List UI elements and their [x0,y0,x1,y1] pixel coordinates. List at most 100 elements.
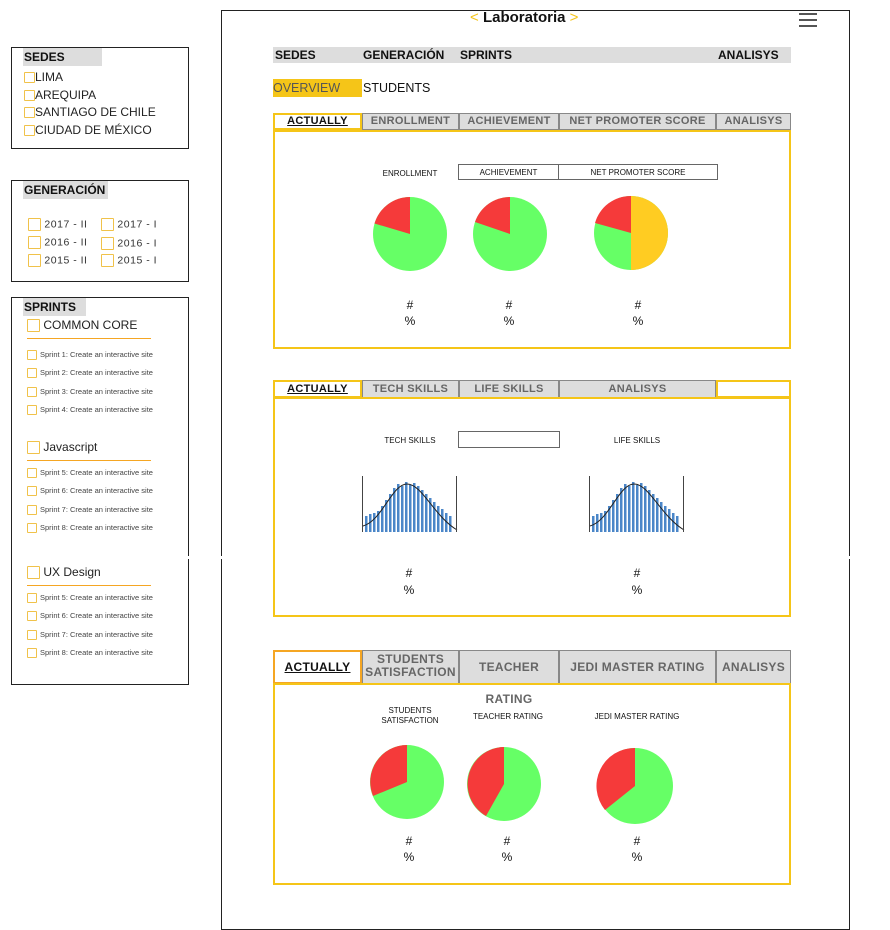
checkbox-icon[interactable] [24,107,35,119]
tab-students-satisfaction[interactable]: STUDENTS SATISFACTION [362,650,459,684]
label-jedi-master-rating: JEDI MASTER RATING [594,712,680,721]
checkbox-icon[interactable] [28,254,41,267]
gen-2017-i[interactable]: 2017 - I [101,218,157,231]
label-enrollment: ENROLLMENT [382,169,438,178]
checkbox-icon[interactable] [27,630,37,641]
sede-arequipa[interactable]: AREQUIPA [24,88,96,102]
frame-gap [849,556,853,559]
checkbox-icon[interactable] [27,486,37,497]
tab-enrollment[interactable]: ENROLLMENT [362,113,459,130]
checkbox-icon[interactable] [27,593,37,604]
nav-analisys[interactable]: ANALISYS [718,47,779,63]
nav-sprints[interactable]: SPRINTS [460,47,512,63]
sprint-item[interactable]: Sprint 2: Create an interactive site [27,368,153,379]
pie-chart-net-promoter-score [594,195,668,270]
label-net-promoter-score: NET PROMOTER SCORE [558,164,718,180]
tab-students[interactable]: STUDENTS [363,79,430,97]
tab-analisys[interactable]: ANALISYS [716,113,791,130]
pie-chart-achievement [473,197,547,271]
checkbox-icon[interactable] [24,90,35,102]
checkbox-icon[interactable] [27,505,37,516]
sprint-item[interactable]: Sprint 5: Create an interactive site [27,593,153,604]
sede-mexico[interactable]: CIUDAD DE MÉXICO [24,123,152,137]
tab-empty [716,380,791,398]
checkbox-icon[interactable] [101,254,114,267]
sprint-item[interactable]: Sprint 8: Create an interactive site [27,523,153,534]
tab-actually[interactable]: ACTUALLY [273,113,362,130]
label-teacher-rating: TEACHER RATING [472,712,544,721]
sprint-item[interactable]: Sprint 7: Create an interactive site [27,505,153,516]
tab-actually[interactable]: ACTUALLY [273,380,362,398]
prev-arrow[interactable]: < [470,9,479,26]
sprint-item[interactable]: Sprint 7: Create an interactive site [27,630,153,641]
stat-percent: % [503,314,515,328]
sprint-item[interactable]: Sprint 1: Create an interactive site [27,350,153,361]
sprint-group-ux-design[interactable]: UX Design [27,565,101,580]
nav-generacion[interactable]: GENERACIÓN [363,47,444,63]
sprint-item[interactable]: Sprint 3: Create an interactive site [27,387,153,398]
checkbox-icon[interactable] [27,468,37,479]
gen-2015-i[interactable]: 2015 - I [101,254,157,267]
sprint-group-common-core[interactable]: COMMON CORE [27,318,137,333]
tab-life-skills[interactable]: LIFE SKILLS [459,380,559,398]
checkbox-icon[interactable] [101,237,114,250]
stat-percent: % [403,583,415,597]
label-life-skills: LIFE SKILLS [613,436,661,445]
checkbox-icon[interactable] [27,611,37,622]
tech-skills-input[interactable] [458,431,560,448]
checkbox-icon[interactable] [27,523,37,534]
checkbox-icon[interactable] [28,236,41,249]
tab-teacher-rating[interactable]: TEACHER RATING [459,650,559,706]
stat-percent: % [403,850,415,864]
tab-tech-skills[interactable]: TECH SKILLS [362,380,459,398]
checkbox-icon[interactable] [27,566,40,580]
checkbox-icon[interactable] [28,218,41,231]
hamburger-icon[interactable] [799,13,817,27]
checkbox-icon[interactable] [27,368,37,379]
tab-analisys[interactable]: ANALISYS [716,650,791,684]
tab-actually[interactable]: ACTUALLY [273,650,362,684]
checkbox-icon[interactable] [24,72,35,84]
divider [27,338,151,339]
stat-count: # [503,834,511,848]
gen-2016-ii[interactable]: 2016 - II [28,236,87,249]
sprints-title: SPRINTS [23,298,86,316]
tab-net-promoter-score[interactable]: NET PROMOTER SCORE [559,113,716,130]
stat-percent: % [631,850,643,864]
checkbox-icon[interactable] [27,350,37,361]
tab-achievement[interactable]: ACHIEVEMENT [459,113,559,130]
sprint-item[interactable]: Sprint 6: Create an interactive site [27,611,153,622]
checkbox-icon[interactable] [27,648,37,659]
stat-count: # [405,834,413,848]
pie-chart-enrollment [373,197,447,271]
divider [27,460,151,461]
checkbox-icon[interactable] [27,387,37,398]
sprint-item[interactable]: Sprint 4: Create an interactive site [27,405,153,416]
sprint-item[interactable]: Sprint 8: Create an interactive site [27,648,153,659]
sede-santiago[interactable]: SANTIAGO DE CHILE [24,105,156,119]
sprint-item[interactable]: Sprint 5: Create an interactive site [27,468,153,479]
sede-lima[interactable]: LIMA [24,70,63,84]
nav-sedes[interactable]: SEDES [275,47,316,63]
section3-tabs: ACTUALLY STUDENTS SATISFACTION TEACHER R… [273,650,791,706]
checkbox-icon[interactable] [24,125,35,137]
section2-panel [273,397,791,617]
pie-chart-students-satisfaction [370,745,444,819]
generacion-title: GENERACIÓN [23,181,108,199]
next-arrow[interactable]: > [570,9,579,26]
checkbox-icon[interactable] [101,218,114,231]
sprint-item[interactable]: Sprint 6: Create an interactive site [27,486,153,497]
stat-percent: % [631,583,643,597]
gen-2017-ii[interactable]: 2017 - II [28,218,87,231]
sedes-title: SEDES [23,48,102,66]
gen-2016-i[interactable]: 2016 - I [101,237,157,250]
checkbox-icon[interactable] [27,319,40,333]
tab-jedi-master-rating[interactable]: JEDI MASTER RATING [559,650,716,684]
stat-percent: % [632,314,644,328]
tab-analisys[interactable]: ANALISYS [559,380,716,398]
sprint-group-javascript[interactable]: Javascript [27,440,97,455]
gen-2015-ii[interactable]: 2015 - II [28,254,87,267]
checkbox-icon[interactable] [27,441,40,455]
checkbox-icon[interactable] [27,405,37,416]
tab-overview[interactable]: OVERVIEW [273,79,362,97]
